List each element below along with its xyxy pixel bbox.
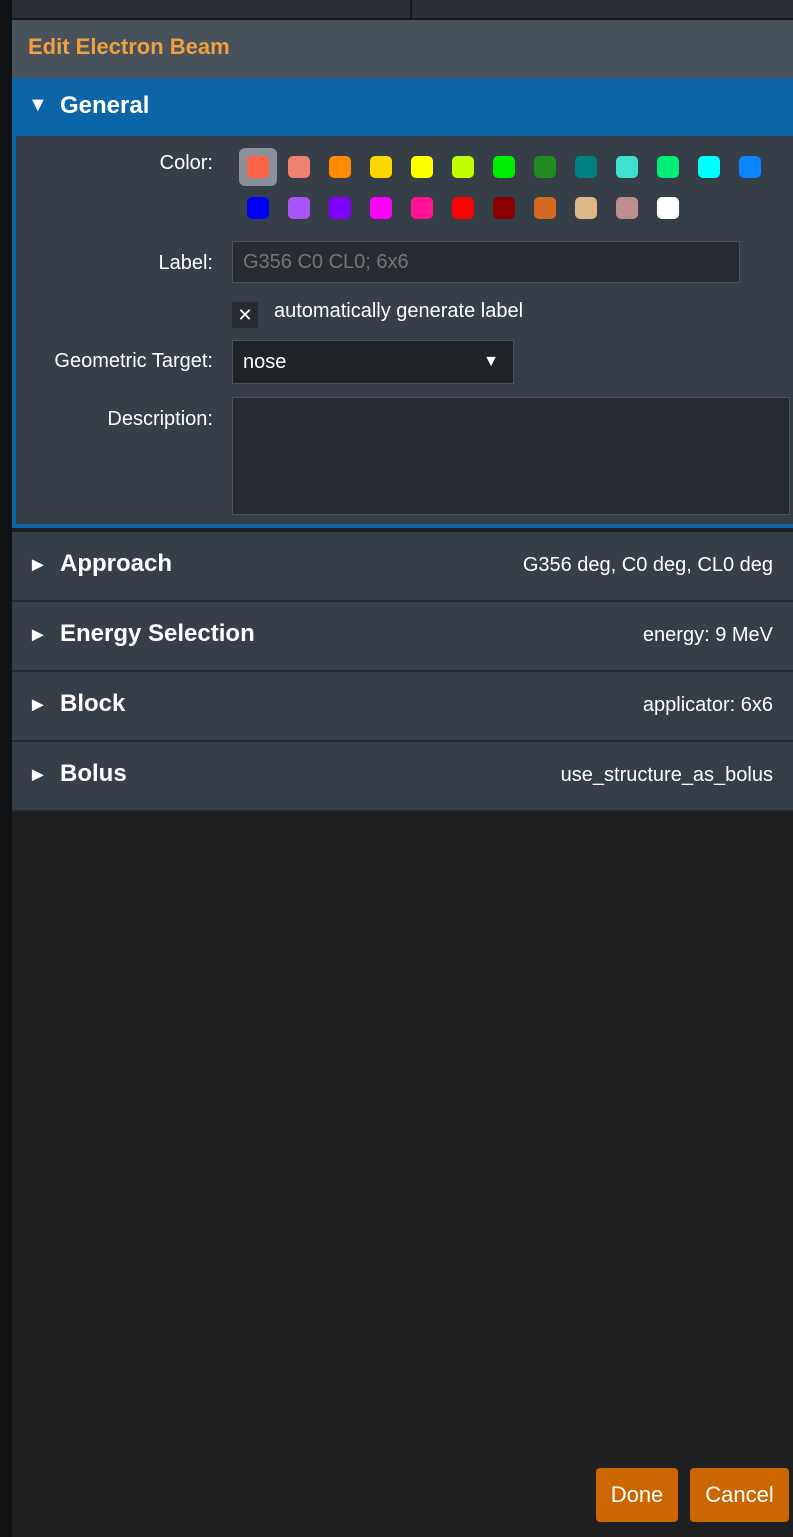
section-approach[interactable]: ► Approach G356 deg, C0 deg, CL0 deg <box>12 532 793 602</box>
section-summary: energy: 9 MeV <box>642 624 773 646</box>
color-swatch[interactable] <box>534 156 556 178</box>
color-swatch[interactable] <box>370 156 392 178</box>
section-general-header[interactable]: ▼ General <box>12 78 793 136</box>
section-block[interactable]: ► Block applicator: 6x6 <box>12 672 793 742</box>
color-swatch[interactable] <box>493 156 515 178</box>
color-swatch[interactable] <box>288 197 310 219</box>
cancel-button[interactable]: Cancel <box>690 1468 789 1522</box>
chevron-right-icon: ► <box>28 624 48 646</box>
section-bolus[interactable]: ► Bolus use_structure_as_bolus <box>12 742 793 812</box>
color-swatch[interactable] <box>329 197 351 219</box>
color-swatch[interactable] <box>247 197 269 219</box>
label-input[interactable] <box>232 241 740 283</box>
dialog-title-bar: Edit Electron Beam <box>12 20 793 78</box>
color-swatch[interactable] <box>698 156 720 178</box>
section-summary: applicator: 6x6 <box>642 694 773 716</box>
color-label: Color: <box>159 152 213 174</box>
color-swatch[interactable] <box>657 197 679 219</box>
color-swatch[interactable] <box>493 197 515 219</box>
section-summary: G356 deg, C0 deg, CL0 deg <box>522 554 773 576</box>
color-swatch[interactable] <box>452 197 474 219</box>
color-swatch[interactable] <box>452 156 474 178</box>
chevron-down-icon: ▼ <box>28 94 48 116</box>
chevron-right-icon: ► <box>28 764 48 786</box>
color-swatch[interactable] <box>575 197 597 219</box>
color-swatch[interactable] <box>411 156 433 178</box>
auto-label-checkbox[interactable]: ✕ <box>232 302 258 328</box>
geometric-target-label: Geometric Target: <box>54 350 213 372</box>
color-swatch[interactable] <box>247 156 269 178</box>
auto-label-text[interactable]: automatically generate label <box>274 300 523 323</box>
chevron-right-icon: ► <box>28 694 48 716</box>
color-swatch[interactable] <box>370 197 392 219</box>
section-general-title: General <box>60 92 150 119</box>
color-swatch[interactable] <box>739 156 761 178</box>
description-textarea[interactable] <box>232 397 790 515</box>
color-swatch[interactable] <box>575 156 597 178</box>
color-swatch[interactable] <box>411 197 433 219</box>
color-swatch[interactable] <box>616 156 638 178</box>
done-button[interactable]: Done <box>596 1468 678 1522</box>
section-title: Approach <box>60 550 173 577</box>
description-label: Description: <box>107 408 213 430</box>
geometric-target-value: nose <box>243 351 287 373</box>
color-swatch[interactable] <box>657 156 679 178</box>
caret-down-icon: ▼ <box>483 353 499 370</box>
section-title: Block <box>60 690 126 717</box>
label-field-label: Label: <box>158 252 214 274</box>
chevron-right-icon: ► <box>28 554 48 576</box>
top-strip <box>12 0 793 20</box>
dialog-title: Edit Electron Beam <box>28 34 230 59</box>
section-general-body: Color: Label: ✕ automatically generate l… <box>12 136 793 528</box>
section-energy-selection[interactable]: ► Energy Selection energy: 9 MeV <box>12 602 793 672</box>
section-summary: use_structure_as_bolus <box>560 764 773 786</box>
color-swatch[interactable] <box>329 156 351 178</box>
color-swatch[interactable] <box>616 197 638 219</box>
section-title: Bolus <box>60 760 127 787</box>
color-swatch[interactable] <box>288 156 310 178</box>
color-swatch[interactable] <box>534 197 556 219</box>
left-rail <box>0 0 12 1537</box>
section-title: Energy Selection <box>60 620 255 647</box>
geometric-target-select[interactable]: nose ▼ <box>232 340 514 384</box>
